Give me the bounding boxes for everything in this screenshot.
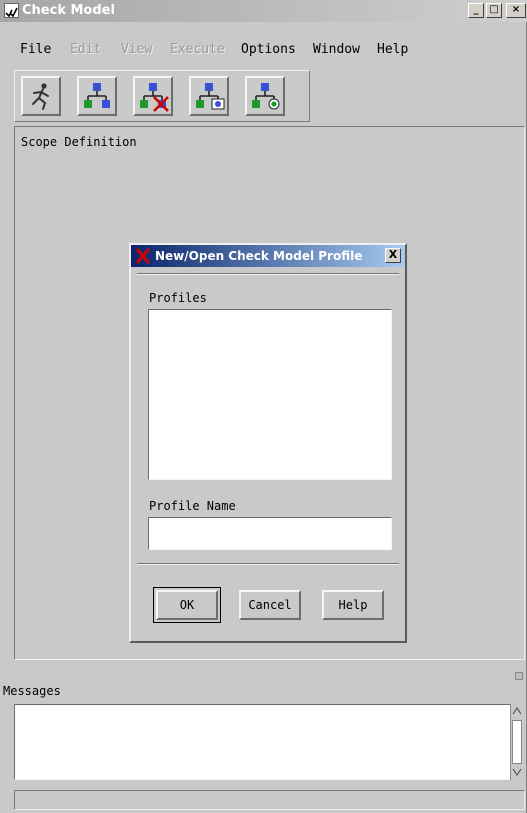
menu-file[interactable]: File [20,40,51,60]
hierarchy-delete-icon [140,83,169,112]
menu-edit[interactable]: Edit [70,40,101,60]
hierarchy-delete-button[interactable] [133,76,173,116]
menu-execute[interactable]: Execute [170,40,225,60]
profiles-list[interactable] [148,309,392,480]
status-bar [14,790,525,810]
menu-window[interactable]: Window [313,40,360,60]
messages-area[interactable] [14,704,511,780]
dialog-title: New/Open Check Model Profile [155,249,363,263]
splitter-handle[interactable] [515,672,523,680]
ok-button[interactable]: OK [153,587,221,623]
profile-dialog: New/Open Check Model Profile X Profiles … [129,243,407,643]
profiles-label: Profiles [149,291,207,305]
toolbar [14,70,310,122]
scope-definition-label: Scope Definition [21,135,137,149]
dialog-divider [137,563,399,565]
hierarchy-icon [84,83,110,108]
scroll-up-arrow-icon[interactable] [511,705,523,717]
profile-name-label: Profile Name [149,499,236,513]
run-icon [32,83,49,110]
menu-view[interactable]: View [121,40,152,60]
menu-help[interactable]: Help [377,40,408,60]
menu-options[interactable]: Options [241,40,296,60]
checkmark-icon [4,3,19,18]
run-button[interactable] [21,76,61,116]
hierarchy-refresh-icon [252,83,280,110]
hierarchy-check-icon [196,83,225,110]
maximize-button[interactable]: □ [486,3,502,18]
cancel-button[interactable]: Cancel [239,590,301,620]
dialog-divider [137,273,399,275]
hierarchy-check-button[interactable] [189,76,229,116]
scroll-down-arrow-icon[interactable] [511,766,523,778]
menu-bar: File Edit View Execute Options Window He… [0,40,527,60]
messages-label: Messages [3,684,61,698]
check-model-window: Check Model _ □ × File Edit View Execute… [0,0,527,813]
window-title: Check Model [22,3,115,18]
scrollbar-thumb[interactable] [512,720,522,764]
profile-name-input[interactable] [148,517,392,550]
app-x-icon [135,248,151,268]
close-button[interactable]: × [506,3,526,18]
messages-scrollbar[interactable] [510,704,524,780]
dialog-close-button[interactable]: X [385,248,401,263]
hierarchy-button[interactable] [77,76,117,116]
help-button[interactable]: Help [322,590,384,620]
hierarchy-refresh-button[interactable] [245,76,285,116]
window-titlebar[interactable]: Check Model _ □ × [0,0,527,22]
minimize-button[interactable]: _ [468,3,484,18]
dialog-titlebar[interactable]: New/Open Check Model Profile X [131,245,405,267]
